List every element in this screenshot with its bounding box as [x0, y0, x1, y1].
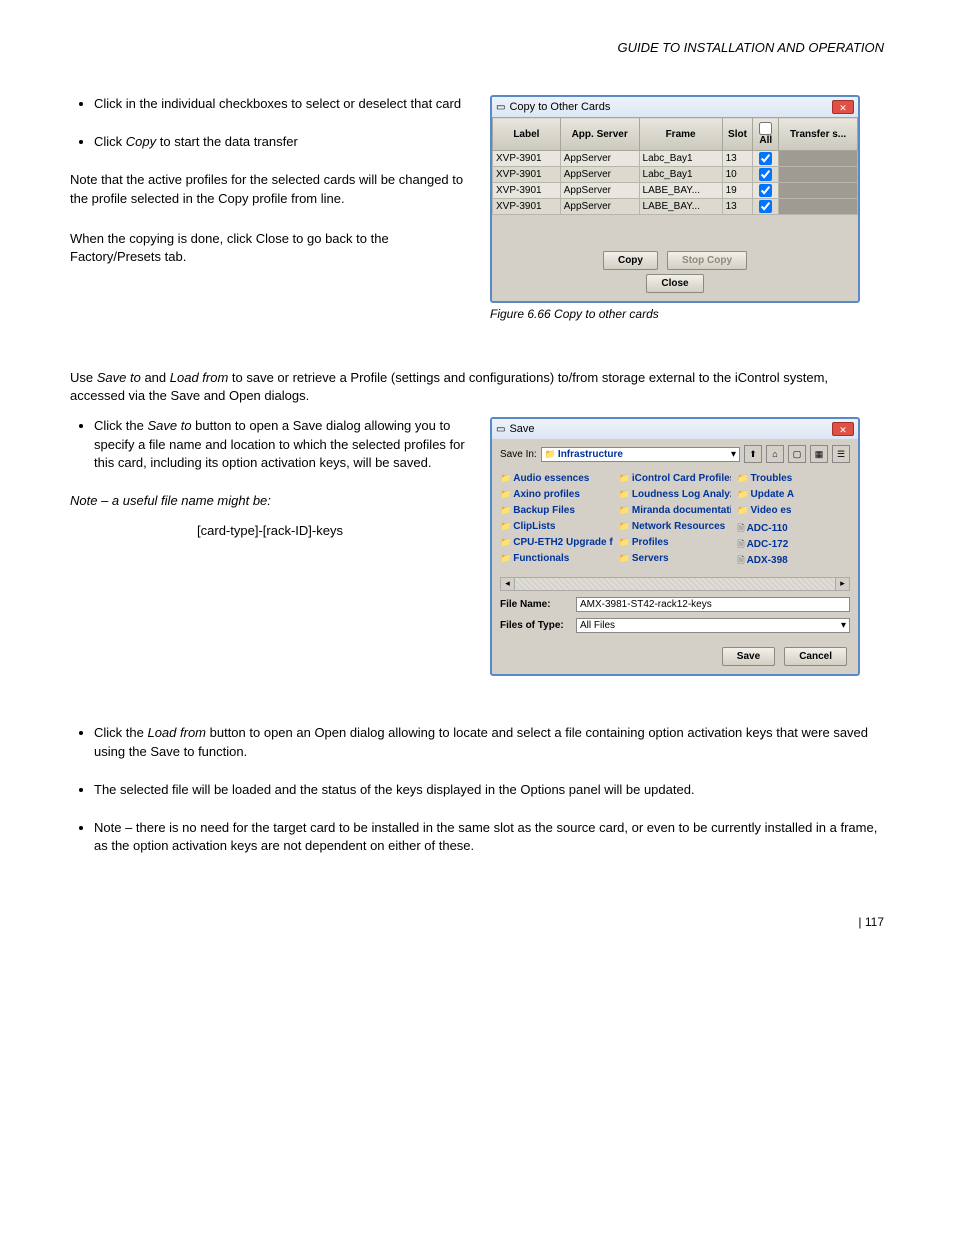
files-of-type-label: Files of Type: — [500, 620, 570, 631]
home-icon[interactable]: ⌂ — [766, 445, 784, 463]
cancel-button[interactable]: Cancel — [784, 647, 847, 666]
file-name-input[interactable]: AMX-3981-ST42-rack12-keys — [576, 597, 850, 612]
para-when-done: When the copying is done, click Close to… — [70, 230, 470, 266]
row-checkbox[interactable] — [759, 184, 772, 197]
row-checkbox[interactable] — [759, 152, 772, 165]
note-active-profiles: Note that the active profiles for the se… — [70, 171, 470, 207]
para-save-load: Use Save to and Load from to save or ret… — [70, 369, 884, 405]
table-row: XVP-3901AppServerLABE_BAY...19 — [493, 183, 858, 199]
note-filename: Note – a useful file name might be: — [70, 492, 470, 510]
col-label[interactable]: Label — [493, 118, 561, 151]
page-number: | 117 — [70, 915, 884, 929]
col-frame[interactable]: Frame — [639, 118, 722, 151]
save-in-dropdown[interactable]: 📁Infrastructure ▾ — [541, 447, 740, 462]
close-icon[interactable]: ✕ — [832, 422, 854, 436]
figure-caption-1: Figure 6.66 Copy to other cards — [490, 307, 884, 321]
files-of-type-dropdown[interactable]: All Files ▾ — [576, 618, 850, 633]
save-dialog: ▭Save ✕ Save In: 📁Infrastructure ▾ ⬆ ⌂ ▢… — [490, 417, 860, 676]
col-transfer[interactable]: Transfer s... — [779, 118, 858, 151]
row-checkbox[interactable] — [759, 200, 772, 213]
all-checkbox[interactable] — [759, 122, 772, 135]
filename-suggest: [card-type]-[rack-ID]-keys — [70, 522, 470, 540]
horizontal-scrollbar[interactable]: ◂▸ — [500, 577, 850, 591]
new-folder-icon[interactable]: ▢ — [788, 445, 806, 463]
bullet-save-to: Click the Save to button to open a Save … — [94, 417, 470, 472]
page-header: GUIDE TO INSTALLATION AND OPERATION — [70, 40, 884, 55]
row-checkbox[interactable] — [759, 168, 772, 181]
cards-table: Label App. Server Frame Slot All Transfe… — [492, 117, 858, 215]
stop-copy-button[interactable]: Stop Copy — [667, 251, 747, 270]
col-appserver[interactable]: App. Server — [560, 118, 639, 151]
chevron-down-icon: ▾ — [841, 620, 846, 631]
save-dialog-titlebar: ▭Save ✕ — [492, 419, 858, 439]
chevron-down-icon: ▾ — [731, 449, 736, 460]
table-row: XVP-3901AppServerLabc_Bay110 — [493, 167, 858, 183]
grid-view-icon[interactable]: ▦ — [810, 445, 828, 463]
window-icon: ▭ — [496, 102, 505, 113]
bullet-load-from: Click the Load from button to open an Op… — [94, 724, 884, 760]
copy-dialog: ▭Copy to Other Cards ✕ Label App. Server… — [490, 95, 860, 303]
file-list[interactable]: 📁Audio essences 📁iControl Card Profiles … — [500, 473, 850, 573]
save-button[interactable]: Save — [722, 647, 775, 666]
close-icon[interactable]: ✕ — [832, 100, 854, 114]
bullet-click-copy: Click Copy to start the data transfer — [94, 133, 470, 151]
col-all[interactable]: All — [753, 118, 779, 151]
bullet-select-cards: Click in the individual checkboxes to se… — [94, 95, 470, 113]
col-slot[interactable]: Slot — [722, 118, 753, 151]
table-row: XVP-3901AppServerLabc_Bay113 — [493, 151, 858, 167]
up-folder-icon[interactable]: ⬆ — [744, 445, 762, 463]
bullet-file-loaded: The selected file will be loaded and the… — [94, 781, 884, 799]
copy-dialog-titlebar: ▭Copy to Other Cards ✕ — [492, 97, 858, 117]
copy-button[interactable]: Copy — [603, 251, 658, 270]
close-button[interactable]: Close — [646, 274, 703, 293]
list-view-icon[interactable]: ☰ — [832, 445, 850, 463]
window-icon: ▭ — [496, 424, 505, 435]
table-row: XVP-3901AppServerLABE_BAY...13 — [493, 199, 858, 215]
bullet-note-slot: Note – there is no need for the target c… — [94, 819, 884, 855]
save-in-label: Save In: — [500, 449, 537, 460]
file-name-label: File Name: — [500, 599, 570, 610]
